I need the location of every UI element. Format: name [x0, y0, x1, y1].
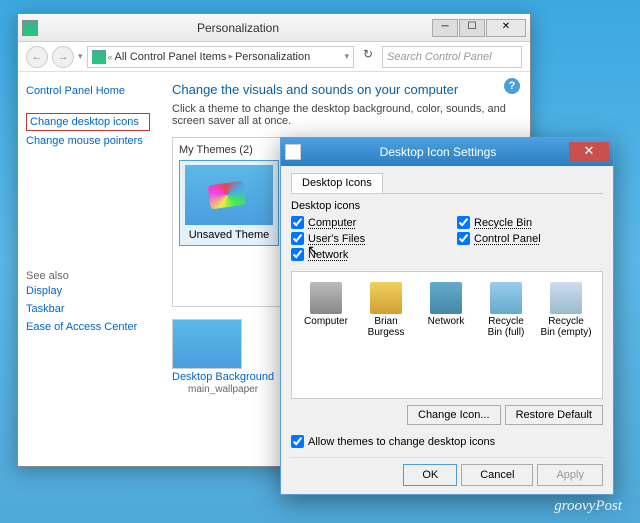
sidebar-taskbar[interactable]: Taskbar	[26, 300, 150, 318]
close-button[interactable]: ✕	[486, 19, 526, 37]
network-icon	[430, 282, 462, 314]
icon-label: Recycle Bin (empty)	[540, 316, 591, 338]
checkbox-input[interactable]	[291, 232, 304, 245]
checkbox-input[interactable]	[291, 248, 304, 261]
control-panel-icon	[92, 50, 106, 64]
ok-button[interactable]: OK	[403, 464, 457, 486]
icon-user-folder[interactable]: Brian Burgess	[360, 282, 412, 338]
back-button[interactable]: ←	[26, 46, 48, 68]
minimize-button[interactable]: ─	[432, 19, 458, 37]
icon-computer[interactable]: Computer	[300, 282, 352, 338]
bg-sub: main_wallpaper	[188, 384, 258, 395]
page-desc: Click a theme to change the desktop back…	[172, 103, 516, 127]
bg-link: Desktop Background	[172, 371, 274, 383]
desktop-icon-settings-dialog: Desktop Icon Settings ✕ Desktop Icons De…	[280, 137, 614, 495]
icon-recycle-bin-full[interactable]: Recycle Bin (full)	[480, 282, 532, 338]
sidebar-change-mouse[interactable]: Change mouse pointers	[26, 132, 150, 150]
desktop-background-card[interactable]: Desktop Background main_wallpaper	[172, 319, 274, 395]
checkbox-label: Allow themes to change desktop icons	[308, 436, 495, 448]
bg-thumbnail	[172, 319, 242, 369]
sidebar: Control Panel Home Change desktop icons …	[18, 72, 158, 466]
maximize-button[interactable]: ☐	[459, 19, 485, 37]
theme-card[interactable]: Unsaved Theme	[179, 160, 279, 246]
refresh-button[interactable]: ↻	[358, 47, 378, 67]
apply-button[interactable]: Apply	[537, 464, 603, 486]
group-label: Desktop icons	[291, 200, 603, 212]
icon-preview-box: Computer Brian Burgess Network Recycle B…	[291, 271, 603, 399]
tab-desktop-icons[interactable]: Desktop Icons	[291, 173, 383, 193]
breadcrumb-item[interactable]: Personalization	[235, 51, 310, 63]
checkbox-control-panel[interactable]: Control Panel↖	[457, 232, 603, 245]
page-heading: Change the visuals and sounds on your co…	[172, 82, 516, 97]
checkbox-computer[interactable]: Computer	[291, 216, 437, 229]
computer-icon	[310, 282, 342, 314]
theme-thumbnail	[185, 165, 273, 225]
cancel-button[interactable]: Cancel	[461, 464, 533, 486]
checkbox-label: Computer	[308, 217, 356, 229]
icon-label: Computer	[304, 316, 348, 327]
checkbox-label: Recycle Bin	[474, 217, 532, 229]
cursor-icon: ↖	[307, 242, 319, 259]
breadcrumb-item[interactable]: All Control Panel Items	[115, 51, 227, 63]
see-also-label: See also	[26, 270, 150, 282]
checkbox-label: Control Panel	[474, 233, 541, 245]
restore-default-button[interactable]: Restore Default	[505, 405, 603, 425]
chevron-down-icon[interactable]: ▾	[344, 51, 349, 62]
icon-network[interactable]: Network	[420, 282, 472, 338]
sidebar-ease[interactable]: Ease of Access Center	[26, 318, 150, 336]
icon-label: Recycle Bin (full)	[488, 316, 525, 338]
checkbox-input[interactable]	[291, 435, 304, 448]
dialog-title: Desktop Icon Settings	[307, 145, 569, 159]
icon-label: Network	[428, 316, 465, 327]
dialog-icon	[285, 144, 301, 160]
checkbox-input[interactable]	[457, 216, 470, 229]
tab-strip: Desktop Icons	[291, 172, 603, 194]
forward-button[interactable]: →	[52, 46, 74, 68]
breadcrumb[interactable]: « All Control Panel Items ▸ Personalizat…	[87, 46, 354, 68]
dialog-titlebar[interactable]: Desktop Icon Settings ✕	[281, 138, 613, 166]
sidebar-home[interactable]: Control Panel Home	[26, 82, 150, 100]
recycle-bin-full-icon	[490, 282, 522, 314]
icon-label: Brian Burgess	[368, 316, 405, 338]
navbar: ← → ▾ « All Control Panel Items ▸ Person…	[18, 42, 530, 72]
recycle-bin-empty-icon	[550, 282, 582, 314]
checkbox-recycle-bin[interactable]: Recycle Bin	[457, 216, 603, 229]
checkbox-input[interactable]	[291, 216, 304, 229]
dialog-close-button[interactable]: ✕	[569, 142, 609, 162]
search-input[interactable]	[382, 46, 522, 68]
window-title: Personalization	[44, 21, 432, 35]
user-folder-icon	[370, 282, 402, 314]
titlebar[interactable]: Personalization ─ ☐ ✕	[18, 14, 530, 42]
sidebar-change-icons[interactable]: Change desktop icons	[26, 113, 150, 131]
help-icon[interactable]: ?	[504, 78, 520, 94]
icon-recycle-bin-empty[interactable]: Recycle Bin (empty)	[540, 282, 592, 338]
chevron-right-icon: «	[108, 52, 113, 62]
theme-label: Unsaved Theme	[184, 229, 274, 241]
chevron-right-icon: ▸	[228, 51, 233, 62]
checkbox-input[interactable]	[457, 232, 470, 245]
change-icon-button[interactable]: Change Icon...	[407, 405, 501, 425]
history-dropdown-icon[interactable]: ▾	[78, 51, 83, 62]
window-icon	[22, 20, 38, 36]
watermark: groovyPost	[554, 498, 622, 515]
sidebar-display[interactable]: Display	[26, 282, 150, 300]
checkbox-allow-themes[interactable]: Allow themes to change desktop icons	[291, 435, 603, 448]
